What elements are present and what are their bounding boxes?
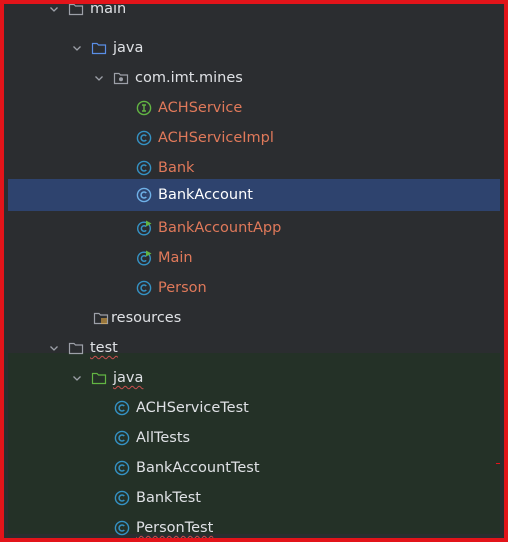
- tree-item-label: resources: [111, 310, 182, 326]
- tree-item-label: AllTests: [136, 430, 191, 446]
- tree-row-java[interactable]: java: [8, 33, 500, 63]
- tree-item-label: com.imt.mines: [135, 70, 243, 86]
- folder-icon: [68, 4, 84, 17]
- folder-icon: [68, 340, 84, 356]
- runnable-class-icon: [136, 220, 152, 236]
- tree-item-label: BankAccount: [158, 187, 253, 203]
- tree-row-persontest[interactable]: PersonTest: [8, 513, 500, 538]
- tree-row-test[interactable]: test: [8, 333, 500, 363]
- folder-icon: [91, 40, 107, 56]
- class-icon: [136, 130, 152, 146]
- tree-row-banktest[interactable]: BankTest: [8, 483, 500, 513]
- tree-item-label: PersonTest: [136, 520, 214, 536]
- tree-row-resources[interactable]: resources: [8, 303, 500, 333]
- tree-item-label: main: [90, 1, 127, 17]
- class-icon: [136, 280, 152, 296]
- class-icon: [114, 520, 130, 536]
- tree-row-main[interactable]: main: [8, 1, 500, 24]
- tree-item-label: java: [113, 40, 144, 56]
- class-icon: [136, 187, 152, 203]
- error-stripe-mark: [496, 463, 500, 464]
- class-icon: [114, 430, 130, 446]
- chevron-down-icon[interactable]: [71, 42, 83, 54]
- interface-icon: [136, 100, 152, 116]
- tree-row-achservicetest[interactable]: ACHServiceTest: [8, 393, 500, 423]
- chevron-down-icon[interactable]: [93, 72, 105, 84]
- test-folder-icon: [91, 370, 107, 386]
- tree-item-label: ACHServiceImpl: [158, 130, 274, 146]
- runnable-class-icon: [136, 250, 152, 266]
- tree-row-bankaccountapp[interactable]: BankAccountApp: [8, 213, 500, 243]
- tree-item-label: test: [90, 340, 118, 356]
- chevron-down-icon[interactable]: [48, 342, 60, 354]
- tree-item-label: BankAccountApp: [158, 220, 282, 236]
- tree-row-achservice[interactable]: ACHService: [8, 93, 500, 123]
- tree-row-main-class[interactable]: Main: [8, 243, 500, 273]
- chevron-down-icon[interactable]: [71, 372, 83, 384]
- class-icon: [114, 490, 130, 506]
- tree-row-test-java[interactable]: java: [8, 363, 500, 393]
- tree-row-bankaccount[interactable]: BankAccount: [8, 179, 500, 211]
- class-icon: [114, 460, 130, 476]
- tree-item-label: Main: [158, 250, 193, 266]
- tree-item-label: Bank: [158, 160, 195, 176]
- project-tree-frame: main java com.imt.mines ACHService ACHSe…: [0, 0, 508, 542]
- tree-item-label: java: [113, 370, 144, 386]
- class-icon: [114, 400, 130, 416]
- resources-folder-icon: [93, 310, 109, 326]
- tree-item-label: ACHService: [158, 100, 243, 116]
- tree-row-achserviceimpl[interactable]: ACHServiceImpl: [8, 123, 500, 153]
- tree-item-label: Person: [158, 280, 207, 296]
- tree-item-label: BankTest: [136, 490, 201, 506]
- tree-row-bankaccounttest[interactable]: BankAccountTest: [8, 453, 500, 483]
- tree-row-package[interactable]: com.imt.mines: [8, 63, 500, 93]
- chevron-down-icon[interactable]: [48, 4, 60, 15]
- tree-row-alltests[interactable]: AllTests: [8, 423, 500, 453]
- tree-row-person[interactable]: Person: [8, 273, 500, 303]
- tree-item-label: ACHServiceTest: [136, 400, 249, 416]
- package-icon: [113, 70, 129, 86]
- project-tree: main java com.imt.mines ACHService ACHSe…: [8, 4, 500, 536]
- tree-item-label: BankAccountTest: [136, 460, 260, 476]
- class-icon: [136, 160, 152, 176]
